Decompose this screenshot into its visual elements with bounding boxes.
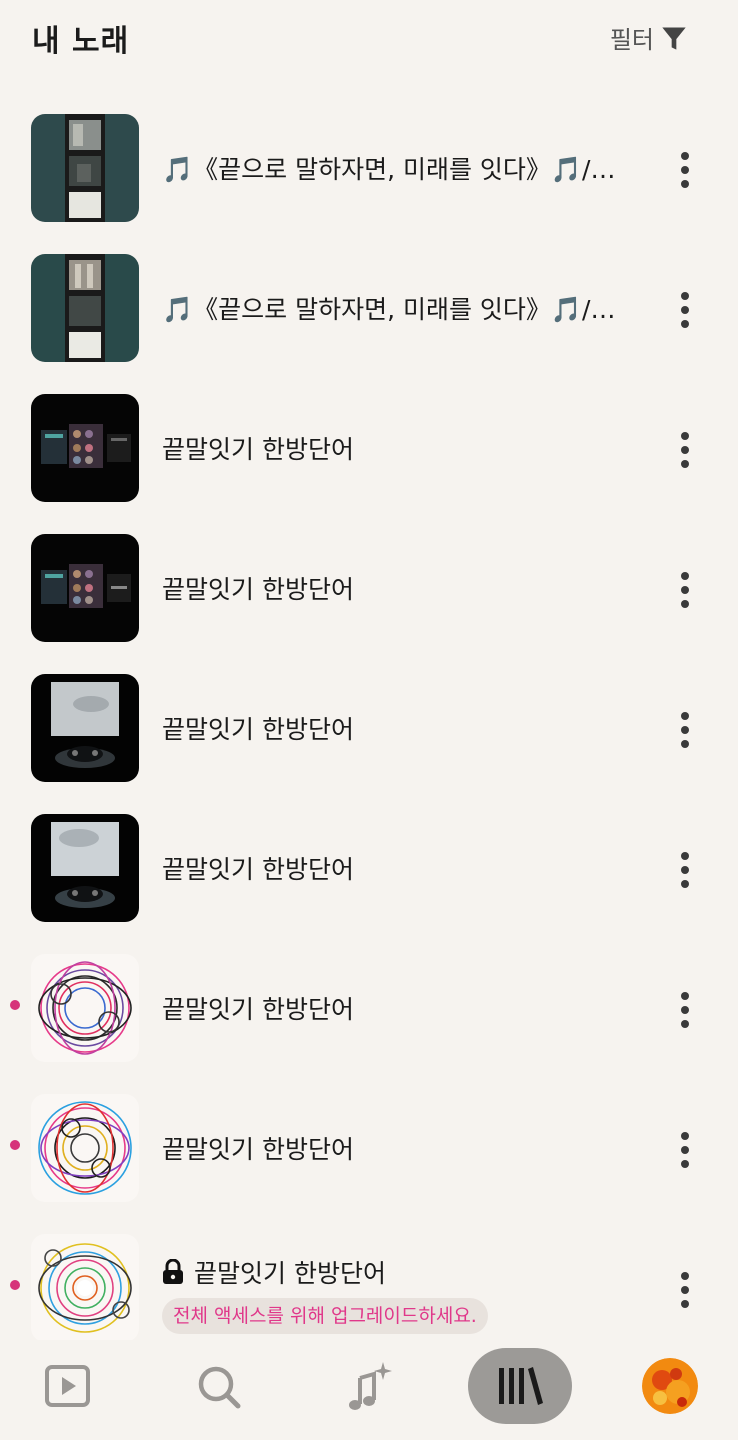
page-title: 내 노래 (32, 24, 130, 59)
more-options-button[interactable] (668, 570, 702, 610)
more-options-button[interactable] (668, 990, 702, 1030)
bottom-nav (0, 1340, 738, 1440)
song-cover-art (31, 814, 139, 922)
more-options-button[interactable] (668, 710, 702, 750)
song-cover-art (31, 1094, 139, 1202)
filter-icon (662, 27, 686, 50)
song-title: 끝말잇기 한방단어 (162, 575, 354, 604)
more-options-button[interactable] (668, 430, 702, 470)
song-cover-art (31, 394, 139, 502)
lock-icon (163, 1259, 183, 1284)
song-title: 끝말잇기 한방단어 (162, 715, 354, 744)
song-cover-art (31, 674, 139, 782)
song-row[interactable]: 끝말잇기 한방단어 (0, 660, 738, 800)
song-row[interactable]: 끝말잇기 한방단어 전체 액세스를 위해 업그레이드하세요. (0, 1220, 738, 1360)
song-row[interactable]: 끝말잇기 한방단어 (0, 1080, 738, 1220)
nav-library[interactable] (468, 1348, 572, 1424)
song-cover-art (31, 254, 139, 362)
header: 내 노래 필터 (0, 0, 738, 80)
song-title: 끝말잇기 한방단어 (162, 1254, 622, 1290)
more-options-button[interactable] (668, 1270, 702, 1310)
song-cover-art (31, 954, 139, 1062)
search-icon (198, 1366, 241, 1409)
upgrade-badge[interactable]: 전체 액세스를 위해 업그레이드하세요. (162, 1298, 488, 1334)
library-icon (499, 1367, 543, 1405)
new-indicator-dot (10, 1140, 20, 1150)
song-title: 끝말잇기 한방단어 (162, 435, 354, 464)
nav-create[interactable] (340, 1348, 396, 1424)
song-title-text: 끝말잇기 한방단어 (194, 1259, 386, 1288)
song-row[interactable]: 🎵《끝으로 말하자면, 미래를 잇다》🎵/… (0, 100, 738, 240)
song-row[interactable]: 끝말잇기 한방단어 (0, 380, 738, 520)
more-options-button[interactable] (668, 150, 702, 190)
song-title: 끝말잇기 한방단어 (162, 1135, 354, 1164)
song-row[interactable]: 끝말잇기 한방단어 (0, 940, 738, 1080)
new-indicator-dot (10, 1280, 20, 1290)
song-row[interactable]: 끝말잇기 한방단어 (0, 800, 738, 940)
filter-label: 필터 (609, 26, 654, 54)
more-options-button[interactable] (668, 850, 702, 890)
filter-button[interactable]: 필터 (610, 20, 688, 55)
song-row[interactable]: 끝말잇기 한방단어 (0, 520, 738, 660)
song-row[interactable]: 🎵《끝으로 말하자면, 미래를 잇다》🎵/… (0, 240, 738, 380)
song-cover-art (31, 534, 139, 642)
song-cover-art (31, 1234, 139, 1342)
song-cover-art (31, 114, 139, 222)
music-sparkle-icon (349, 1362, 392, 1410)
new-indicator-dot (10, 1000, 20, 1010)
nav-home[interactable] (40, 1348, 96, 1424)
more-options-button[interactable] (668, 290, 702, 330)
song-title: 🎵《끝으로 말하자면, 미래를 잇다》🎵/… (162, 295, 616, 324)
app: 내 노래 필터 🎵《끝으로 말하자면, 미래를 잇다》🎵/… 🎵《끝으로 말하자… (0, 0, 738, 1440)
song-title: 🎵《끝으로 말하자면, 미래를 잇다》🎵/… (162, 155, 616, 184)
play-square-icon (45, 1365, 90, 1407)
song-title: 끝말잇기 한방단어 (162, 995, 354, 1024)
song-title: 끝말잇기 한방단어 (162, 855, 354, 884)
avatar[interactable] (642, 1358, 698, 1414)
more-options-button[interactable] (668, 1130, 702, 1170)
nav-search[interactable] (190, 1348, 246, 1424)
